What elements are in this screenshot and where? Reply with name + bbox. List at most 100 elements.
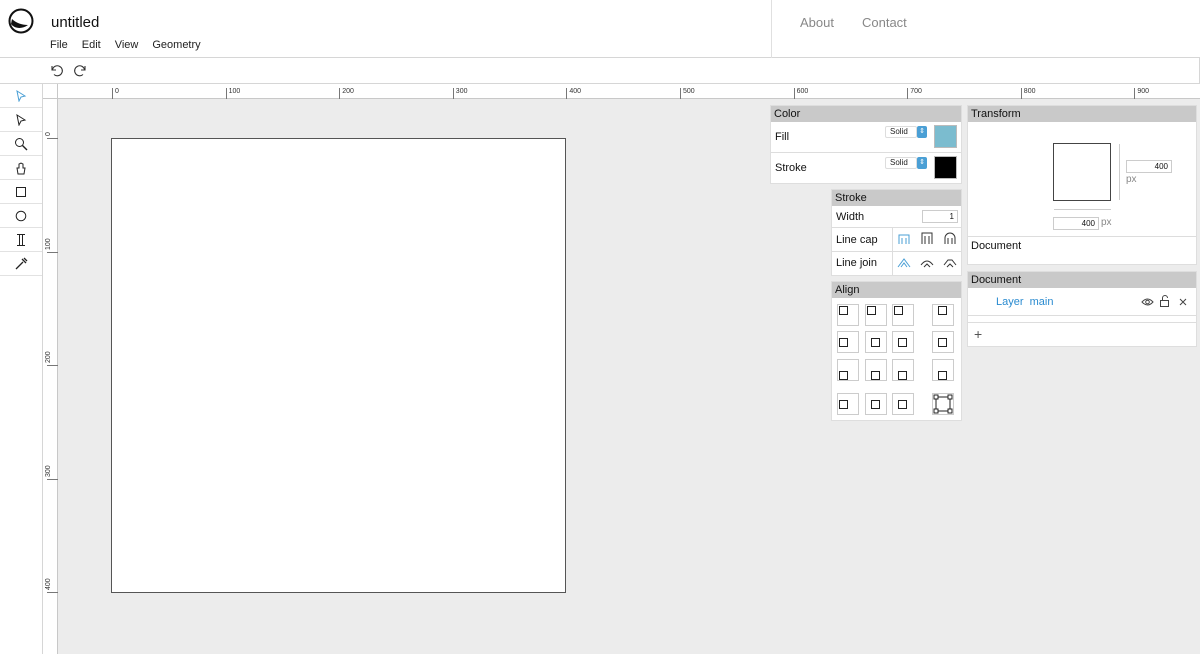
nav-links: About Contact <box>800 15 907 30</box>
ruler-h-label: 400 <box>569 88 582 95</box>
add-layer-button[interactable]: + <box>974 326 982 342</box>
direct-pointer-icon <box>16 113 27 126</box>
align-button-3-2[interactable] <box>892 393 914 415</box>
fill-type-select[interactable]: Solid <box>885 126 917 138</box>
menu-edit[interactable]: Edit <box>82 39 101 51</box>
transform-footer-label: Document <box>971 240 1022 252</box>
ruler-v-label: 200 <box>45 351 52 364</box>
undo-icon[interactable] <box>48 62 64 78</box>
line-join-miter-icon[interactable] <box>897 257 911 269</box>
align-button-0-2[interactable] <box>892 304 914 326</box>
ellipse-tool[interactable] <box>0 204 42 228</box>
logo-icon <box>8 8 34 34</box>
direct-select-tool[interactable] <box>0 108 42 132</box>
ruler-v-tick <box>47 365 58 367</box>
pan-tool[interactable] <box>0 156 42 180</box>
visibility-eye-icon[interactable] <box>1141 297 1154 307</box>
transform-panel: Transform 400 px 400 px Document <box>968 106 1196 264</box>
ruler-v-tick <box>47 138 58 139</box>
rectangle-tool[interactable] <box>0 180 42 204</box>
align-button-1-2[interactable] <box>892 331 914 353</box>
align-square-icon <box>898 371 907 380</box>
unlock-icon[interactable] <box>1159 295 1170 307</box>
zoom-icon <box>15 137 28 150</box>
ruler-h-label: 600 <box>796 88 809 95</box>
fill-type-arrow-icon[interactable]: ⇕ <box>917 126 927 138</box>
align-square-icon <box>894 306 903 315</box>
nav-about-link[interactable]: About <box>800 15 834 30</box>
align-button-2-2[interactable] <box>892 359 914 381</box>
text-icon <box>17 233 25 246</box>
fill-color-swatch[interactable] <box>934 125 957 148</box>
align-button-0-0[interactable] <box>837 304 859 326</box>
line-join-label: Line join <box>836 257 877 269</box>
zoom-tool[interactable] <box>0 132 42 156</box>
menu-view[interactable]: View <box>115 39 139 51</box>
horizontal-ruler[interactable]: 0 100 200 300 400 500 600 700 800 900 <box>58 84 1200 99</box>
align-square-icon <box>839 371 848 380</box>
transform-width-input[interactable]: 400 <box>1053 217 1099 230</box>
align-button-2-1[interactable] <box>865 359 887 381</box>
menu-file[interactable]: File <box>50 39 68 51</box>
align-button-2-0[interactable] <box>837 359 859 381</box>
ruler-v-label: 300 <box>45 465 52 477</box>
ruler-v-label: 400 <box>45 578 52 591</box>
divider <box>832 227 961 228</box>
close-icon[interactable] <box>1179 298 1187 306</box>
width-unit: px <box>1101 217 1112 228</box>
stroke-type-arrow-icon[interactable]: ⇕ <box>917 157 927 169</box>
transform-panel-title: Transform <box>968 106 1196 122</box>
tools-panel <box>0 84 43 654</box>
divider <box>968 315 1196 316</box>
stroke-type-select[interactable]: Solid <box>885 157 917 169</box>
text-tool[interactable] <box>0 228 42 252</box>
ruler-v-tick <box>47 478 58 480</box>
vertical-ruler[interactable]: 0 100 200 300 400 <box>43 99 58 654</box>
align-button-2-3[interactable] <box>932 359 954 381</box>
eyedropper-tool[interactable] <box>0 252 42 276</box>
align-button-0-1[interactable] <box>865 304 887 326</box>
ruler-h-label: 300 <box>455 88 468 95</box>
height-bracket <box>1119 144 1120 200</box>
menu-geometry[interactable]: Geometry <box>152 39 200 51</box>
align-button-1-0[interactable] <box>837 331 859 353</box>
line-join-round-icon[interactable] <box>920 257 934 269</box>
stroke-panel: Stroke Width 1 Line cap Line join <box>832 190 961 275</box>
align-button-3-0[interactable] <box>837 393 859 415</box>
ruler-v-label: 0 <box>45 132 52 136</box>
line-cap-round-icon[interactable] <box>943 232 957 245</box>
align-square-icon <box>871 400 880 409</box>
align-button-3-1[interactable] <box>865 393 887 415</box>
stroke-width-input[interactable]: 1 <box>922 210 958 223</box>
line-cap-square-icon[interactable] <box>920 232 934 245</box>
ruler-h-tick <box>1134 88 1136 99</box>
select-tool[interactable] <box>0 84 42 108</box>
header: untitled File Edit View Geometry About C… <box>0 0 1200 58</box>
align-button-1-1[interactable] <box>865 331 887 353</box>
ruler-h-label: 200 <box>342 88 354 95</box>
nav-contact-link[interactable]: Contact <box>862 15 907 30</box>
align-button-3-3[interactable] <box>932 393 954 415</box>
align-square-icon <box>839 306 848 315</box>
hand-icon <box>16 161 26 174</box>
document-panel-title: Document <box>968 272 1196 288</box>
transform-height-input[interactable]: 400 <box>1126 160 1172 173</box>
color-panel: Color Fill Solid ⇕ Stroke Solid ⇕ <box>771 106 961 183</box>
align-button-0-3[interactable] <box>932 304 954 326</box>
align-panel: Align <box>832 282 961 420</box>
line-cap-butt-icon[interactable] <box>897 232 911 245</box>
layer-row[interactable]: Layer main <box>996 296 1053 308</box>
redo-icon[interactable] <box>73 62 89 78</box>
ruler-h-label: 700 <box>910 88 922 95</box>
ruler-h-tick <box>112 88 113 99</box>
document-title[interactable]: untitled <box>51 14 99 31</box>
document-page[interactable] <box>111 138 566 593</box>
transform-preview-box <box>1053 143 1111 201</box>
align-square-icon <box>898 338 907 347</box>
align-square-icon <box>839 338 848 347</box>
align-button-1-3[interactable] <box>932 331 954 353</box>
ruler-v-tick <box>47 251 58 253</box>
stroke-color-swatch[interactable] <box>934 156 957 179</box>
line-join-bevel-icon[interactable] <box>943 257 957 269</box>
ellipse-icon <box>15 210 27 221</box>
